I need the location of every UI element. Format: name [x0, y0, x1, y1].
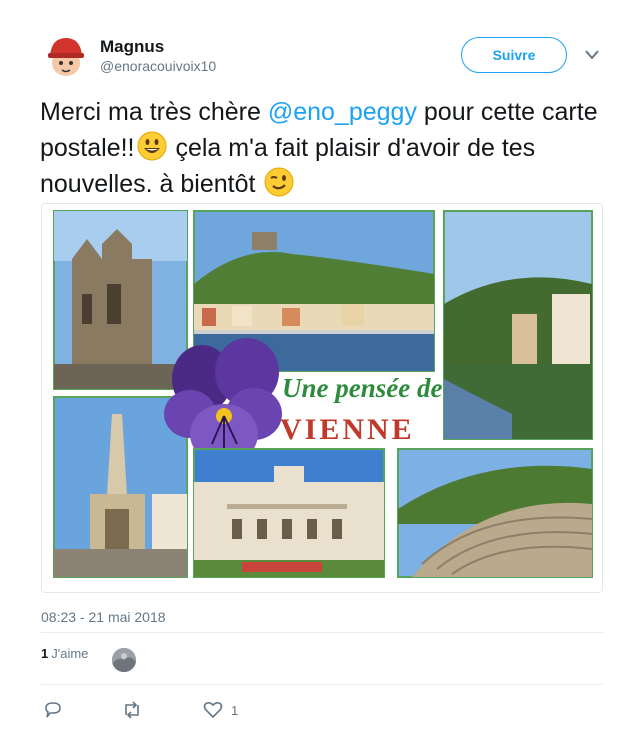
author-handle[interactable]: @enoracouivoix10 [100, 58, 216, 74]
chevron-down-icon[interactable] [584, 48, 600, 62]
tweet-text: Merci ma très chère @eno_peggy pour cett… [40, 94, 610, 202]
photo-panel-town-hall [193, 448, 385, 578]
photo-panel-cathedral [53, 210, 188, 390]
follow-button[interactable]: Suivre [461, 37, 567, 73]
grinning-face-emoji-icon [137, 131, 167, 161]
tweet-actions: 1 [41, 700, 341, 722]
reply-icon[interactable] [43, 700, 63, 722]
mention-link[interactable]: @eno_peggy [268, 98, 417, 126]
likes-label: J'aime [51, 646, 89, 661]
postcard-caption-script: Une pensée de [282, 373, 442, 403]
tweet-text-part1: Merci ma très chère [40, 98, 268, 126]
divider [41, 684, 603, 685]
photo-panel-valley [443, 210, 593, 440]
retweet-icon[interactable] [121, 700, 143, 722]
photo-panel-amphitheater [397, 448, 593, 578]
avatar[interactable] [40, 30, 92, 82]
postcard-caption-city: VIENNE [280, 413, 415, 446]
tweet-timestamp[interactable]: 08:23 - 21 mai 2018 [41, 609, 166, 625]
like-action-count: 1 [231, 703, 239, 718]
liker-avatar[interactable] [112, 648, 136, 672]
tweet-photo[interactable]: Une pensée de VIENNE [41, 203, 603, 593]
winking-face-emoji-icon [264, 167, 294, 197]
likes-summary[interactable]: 1 J'aime [41, 646, 136, 676]
author-name[interactable]: Magnus [100, 37, 164, 57]
likes-count: 1 [41, 646, 49, 661]
heart-icon[interactable] [203, 700, 223, 722]
divider [41, 632, 603, 633]
postcard-image: Une pensée de VIENNE [42, 204, 602, 592]
avatar-cartoon-icon [40, 30, 92, 82]
tweet-header: Magnus @enoracouivoix10 Suivre [0, 0, 640, 90]
